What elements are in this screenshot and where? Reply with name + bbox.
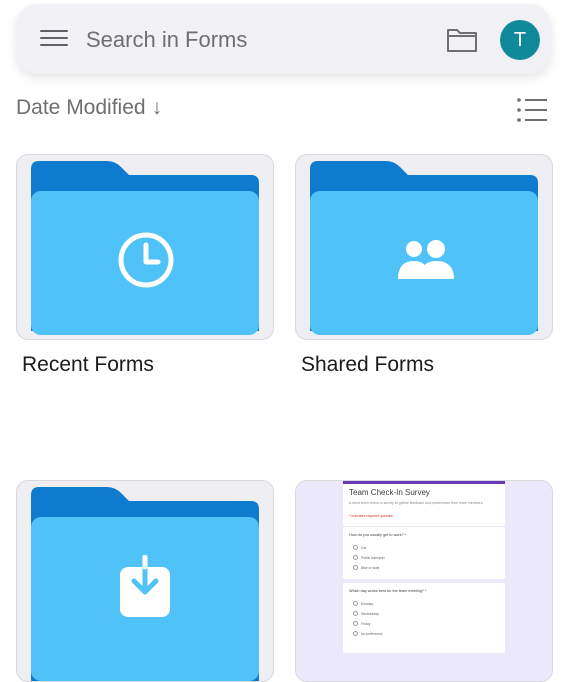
option: Friday: [353, 621, 370, 626]
avatar[interactable]: T: [500, 20, 540, 60]
option: Public transport: [353, 555, 385, 560]
folder-card-downloads[interactable]: [16, 480, 274, 682]
sort-control[interactable]: Date Modified ↓: [16, 96, 162, 120]
question-text: How do you usually get to work? *: [349, 533, 407, 537]
question-text: Which day works best for the team meetin…: [349, 589, 427, 593]
people-icon: [398, 240, 454, 279]
search-bar: T: [16, 4, 551, 74]
form-preview-description: A short team check-in survey to gather f…: [349, 501, 484, 505]
form-preview-header: Team Check-In Survey A short team check-…: [343, 481, 505, 526]
sort-label: Date Modified: [16, 96, 146, 119]
option: Wednesday: [353, 611, 379, 616]
folder-label-recent-forms: Recent Forms: [22, 353, 154, 376]
list-view-icon[interactable]: [516, 96, 548, 124]
form-preview-title: Team Check-In Survey: [349, 488, 430, 497]
folder-label-shared-forms: Shared Forms: [301, 353, 435, 376]
folder-card-shared-forms[interactable]: [295, 154, 553, 340]
form-preview-question: How do you usually get to work? * Car Pu…: [343, 527, 505, 579]
folder-icon[interactable]: [446, 26, 478, 54]
sort-direction-icon: ↓: [151, 96, 163, 119]
folder-card-recent-forms[interactable]: [16, 154, 274, 340]
form-preview-question: Which day works best for the team meetin…: [343, 583, 505, 653]
clock-icon: [118, 232, 174, 288]
form-card-team-check-in-survey[interactable]: Team Check-In Survey A short team check-…: [295, 480, 553, 682]
form-preview-required-note: * Indicates required question: [349, 514, 394, 518]
menu-icon[interactable]: [40, 30, 68, 48]
download-icon: [120, 555, 170, 617]
option: Bike or walk: [353, 565, 379, 570]
search-input[interactable]: [86, 25, 416, 55]
option: Monday: [353, 601, 373, 606]
option: Car: [353, 545, 366, 550]
option: No preference: [353, 631, 383, 636]
